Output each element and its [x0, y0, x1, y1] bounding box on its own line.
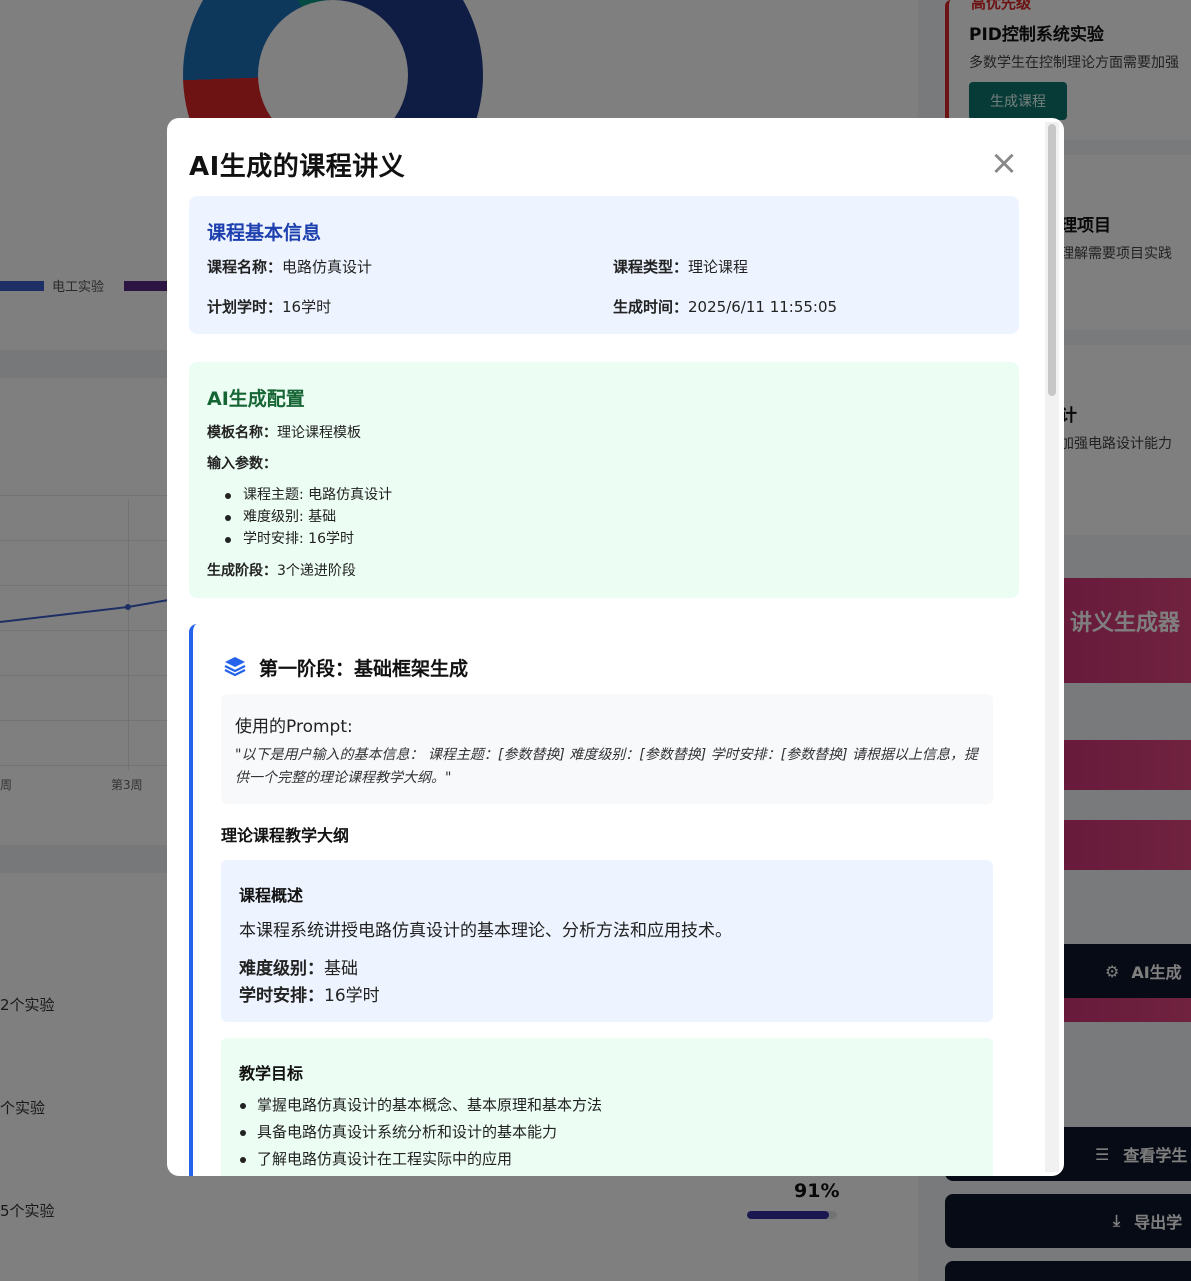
- lecture-notes-modal: AI生成的课程讲义 × 课程基本信息 课程名称：电路仿真设计 课程类型：理论课程…: [167, 118, 1064, 1176]
- scrollbar-thumb[interactable]: [1048, 124, 1056, 396]
- teaching-goals: 教学目标 掌握电路仿真设计的基本概念、基本原理和基本方法 具备电路仿真设计系统分…: [221, 1038, 993, 1176]
- course-overview: 课程概述 本课程系统讲授电路仿真设计的基本理论、分析方法和应用技术。 难度级别：…: [221, 860, 993, 1022]
- field-label: 难度级别：: [239, 959, 324, 979]
- list-item: 课程主题: 电路仿真设计: [224, 484, 392, 506]
- field-value: 16学时: [282, 298, 332, 316]
- section-heading: 课程基本信息: [207, 222, 322, 244]
- course-name-field: 课程名称：电路仿真设计: [207, 256, 372, 277]
- prompt-label: 使用的Prompt:: [235, 717, 353, 737]
- params-list: 课程主题: 电路仿真设计 难度级别: 基础 学时安排: 16学时: [224, 484, 392, 550]
- outline-title: 理论课程教学大纲: [221, 826, 350, 845]
- goals-list: 掌握电路仿真设计的基本概念、基本原理和基本方法 具备电路仿真设计系统分析和设计的…: [239, 1092, 602, 1173]
- layers-icon: [224, 657, 246, 677]
- field-value: 理论课程模板: [277, 425, 361, 441]
- prompt-text: "以下是用户输入的基本信息： 课程主题：[参数替换] 难度级别：[参数替换] 学…: [235, 747, 979, 786]
- course-type-field: 课程类型：理论课程: [613, 256, 748, 277]
- prompt-box: 使用的Prompt: "以下是用户输入的基本信息： 课程主题：[参数替换] 难度…: [221, 694, 993, 804]
- field-value: 电路仿真设计: [282, 258, 373, 276]
- modal-title: AI生成的课程讲义: [189, 152, 406, 182]
- field-label: 模板名称：: [207, 425, 277, 441]
- ai-generation-config: AI生成配置 模板名称：理论课程模板 输入参数： 课程主题: 电路仿真设计 难度…: [189, 362, 1019, 598]
- course-hours-field: 计划学时：16学时: [207, 296, 331, 317]
- course-basic-info: 课程基本信息 课程名称：电路仿真设计 课程类型：理论课程 计划学时：16学时 生…: [189, 196, 1019, 334]
- field-value: 3个递进阶段: [277, 563, 356, 579]
- field-label: 生成时间：: [613, 298, 689, 316]
- field-value: 理论课程: [688, 258, 749, 276]
- list-item: 难度级别: 基础: [224, 506, 392, 528]
- stages-field: 生成阶段：3个递进阶段: [207, 560, 356, 580]
- field-value: 16学时: [324, 986, 380, 1006]
- field-label: 生成阶段：: [207, 563, 277, 579]
- list-item: 了解电路仿真设计在工程实际中的应用: [239, 1146, 602, 1173]
- field-value: 2025/6/11 11:55:05: [688, 298, 838, 316]
- list-item: 掌握电路仿真设计的基本概念、基本原理和基本方法: [239, 1092, 602, 1119]
- overview-text: 本课程系统讲授电路仿真设计的基本理论、分析方法和应用技术。: [239, 921, 732, 941]
- list-item: 具备电路仿真设计系统分析和设计的基本能力: [239, 1119, 602, 1146]
- template-field: 模板名称：理论课程模板: [207, 422, 361, 442]
- goals-heading: 教学目标: [239, 1064, 304, 1083]
- generated-time-field: 生成时间：2025/6/11 11:55:05: [613, 296, 837, 317]
- stage-one-section: 第一阶段：基础框架生成 使用的Prompt: "以下是用户输入的基本信息： 课程…: [189, 624, 1019, 1176]
- list-item: 学时安排: 16学时: [224, 528, 392, 550]
- field-label: 计划学时：: [207, 298, 283, 316]
- modal-scrollbar[interactable]: [1045, 122, 1059, 1172]
- params-label: 输入参数：: [207, 453, 277, 473]
- difficulty-field: 难度级别：基础: [239, 954, 358, 979]
- close-icon[interactable]: ×: [989, 146, 1019, 180]
- field-label: 课程名称：: [207, 258, 283, 276]
- stage-title: 第一阶段：基础框架生成: [259, 658, 469, 680]
- field-label: 学时安排：: [239, 986, 324, 1006]
- field-value: 基础: [324, 959, 358, 979]
- section-heading: AI生成配置: [207, 388, 305, 410]
- field-label: 课程类型：: [613, 258, 689, 276]
- overview-heading: 课程概述: [239, 886, 304, 905]
- field-label: 输入参数：: [207, 456, 277, 472]
- hours-field: 学时安排：16学时: [239, 981, 380, 1006]
